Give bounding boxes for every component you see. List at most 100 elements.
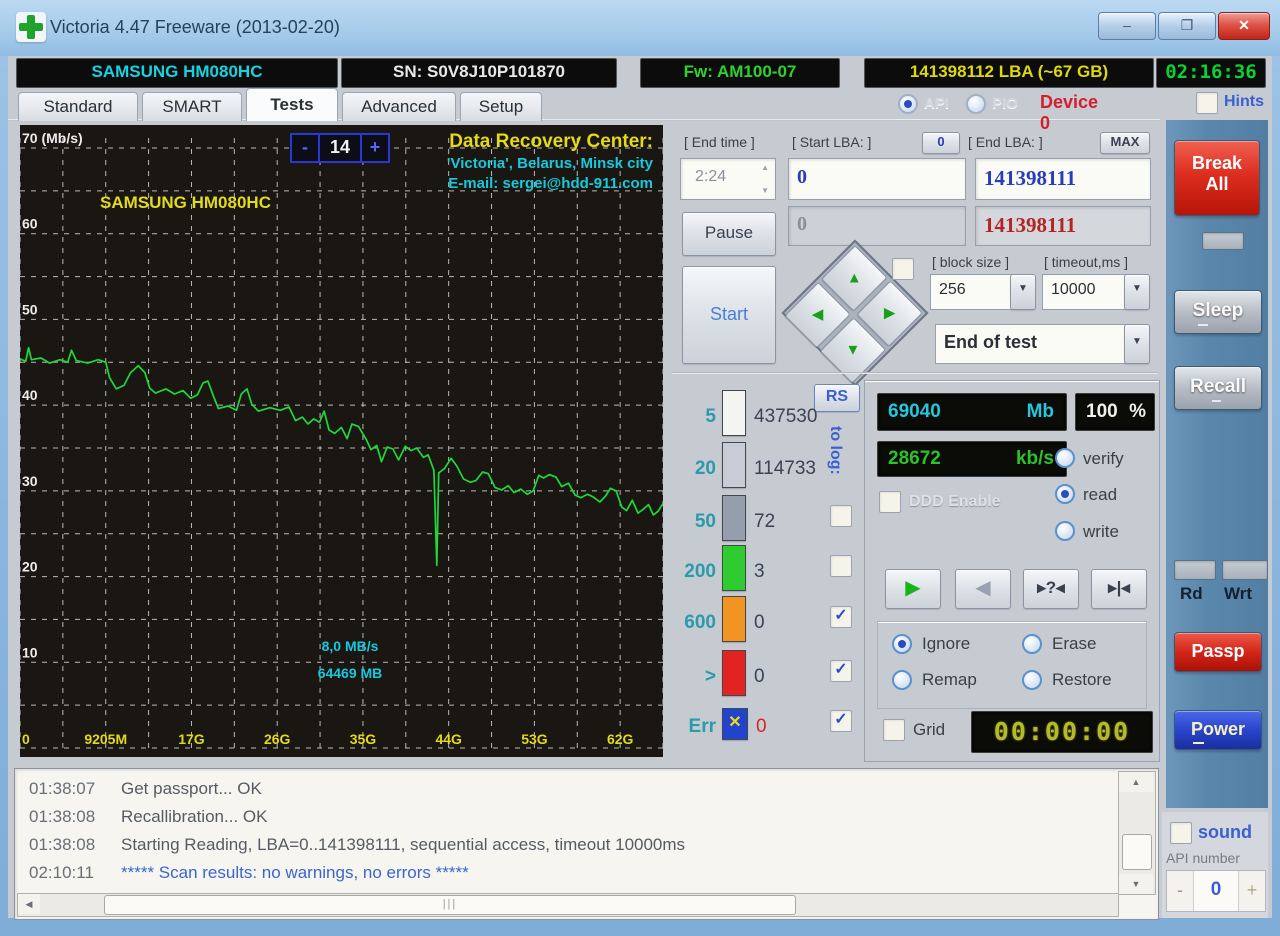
histogram-count-err: 0 <box>756 716 767 737</box>
api-plus-button[interactable]: + <box>1238 871 1265 911</box>
svg-text:44G: 44G <box>435 731 462 747</box>
svg-text:53G: 53G <box>521 731 548 747</box>
seek-error-button[interactable]: ▸?◂ <box>1023 569 1079 609</box>
restore-radio[interactable] <box>1022 670 1042 690</box>
histogram-label-600: 600 <box>684 612 716 633</box>
nav-option-checkbox[interactable] <box>892 258 914 280</box>
rs-button[interactable]: RS <box>814 384 860 412</box>
api-number-label: API number <box>1166 850 1240 866</box>
histogram-label-20: 20 <box>694 458 716 479</box>
passp-button[interactable]: Passp <box>1174 632 1262 672</box>
controls-divider <box>672 372 1158 374</box>
scroll-up-icon[interactable]: ▲ <box>1119 772 1153 792</box>
svg-text:0: 0 <box>22 731 30 747</box>
scroll-grip-icon: ||| <box>442 898 458 910</box>
to-log-label: to log: <box>827 426 844 475</box>
histogram-swatch-over <box>722 650 746 696</box>
timeout-drop-icon[interactable]: ▼ <box>1124 274 1150 310</box>
scale-plus-button[interactable]: + <box>360 135 388 161</box>
min-speed-position: 64469 MB <box>317 665 383 681</box>
scan-back-button[interactable]: ◀ <box>955 569 1011 609</box>
svg-text:70 (Mb/s): 70 (Mb/s) <box>22 130 83 146</box>
write-radio[interactable] <box>1055 521 1075 541</box>
log-hscrollbar[interactable]: ◀ ||| <box>17 893 1119 917</box>
graph-drive-label: SAMSUNG HM080HC <box>100 193 271 212</box>
start-lba-input[interactable]: 0 <box>788 158 966 200</box>
histogram-swatch-err: ✕ <box>722 708 748 740</box>
end-time-up-icon[interactable]: ▲ <box>761 163 769 172</box>
log-checkbox-over[interactable]: ✓ <box>830 660 852 682</box>
power-button[interactable]: Power <box>1174 710 1262 750</box>
api-radio[interactable] <box>898 94 918 114</box>
end-lba-input[interactable]: 141398111 <box>975 158 1151 200</box>
seek-end-button[interactable]: ▸|◂ <box>1091 569 1147 609</box>
log-checkbox-err[interactable]: ✓ <box>830 710 852 732</box>
api-radio-label: API <box>924 95 950 112</box>
end-action-combo[interactable]: End of test ▼ <box>935 324 1150 364</box>
log-checkbox-200[interactable] <box>830 555 852 577</box>
hscroll-thumb[interactable]: ||| <box>104 895 796 915</box>
api-minus-button[interactable]: - <box>1167 871 1194 911</box>
log-checkbox-50[interactable] <box>830 505 852 527</box>
log-panel: 01:38:07 Get passport... OK 01:38:08 Recal… <box>14 768 1159 920</box>
maximize-button[interactable]: ❐ <box>1158 12 1216 40</box>
tab-standard[interactable]: Standard <box>18 92 138 121</box>
start-button[interactable]: Start <box>682 266 776 364</box>
recall-button[interactable]: Recall <box>1174 366 1262 410</box>
err-x-icon: ✕ <box>728 714 742 731</box>
check-icon: ✓ <box>834 711 848 728</box>
end-time-spinner[interactable]: 2:24 ▲ ▼ <box>680 158 776 200</box>
speed-scale-stepper: - 14 + <box>290 133 390 163</box>
banner-line3: E-mail: sergei@hdd-911.com <box>448 175 653 192</box>
tab-setup[interactable]: Setup <box>460 92 542 121</box>
read-radio[interactable] <box>1055 484 1075 504</box>
break-all-button[interactable]: Break All <box>1174 140 1260 216</box>
scan-play-button[interactable]: ▶ <box>885 569 941 609</box>
start-lba-zero-button[interactable]: 0 <box>922 132 960 154</box>
svg-text:35G: 35G <box>350 731 377 747</box>
scroll-left-icon[interactable]: ◀ <box>18 894 40 914</box>
svg-text:9205M: 9205M <box>84 731 127 747</box>
scan-status-panel: 69040 Mb 100 % 28672 kb/s DDD Enable ver… <box>864 380 1160 762</box>
remap-radio[interactable] <box>892 670 912 690</box>
pio-radio[interactable] <box>966 94 986 114</box>
start-lba-value: 0 <box>797 166 807 188</box>
scroll-down-icon[interactable]: ▼ <box>1119 874 1153 894</box>
log-text: Recallibration... OK <box>121 807 268 826</box>
api-number-value: 0 <box>1194 871 1238 911</box>
minimize-button[interactable]: – <box>1098 12 1156 40</box>
verify-radio[interactable] <box>1055 448 1075 468</box>
tab-smart[interactable]: SMART <box>142 92 242 121</box>
speed-chart: 70 (Mb/s) 60 50 40 30 20 10 0 9205M 17G 26G 35G 44G 5… <box>20 130 663 749</box>
hints-checkbox[interactable] <box>1196 92 1218 114</box>
max-lba-button[interactable]: MAX <box>1100 132 1150 154</box>
position-unit: Mb <box>1026 401 1054 422</box>
scale-minus-button[interactable]: - <box>292 135 320 161</box>
banner-line2: 'Victoria', Belarus, Minsk city <box>446 155 653 172</box>
pause-button[interactable]: Pause <box>682 212 776 256</box>
tab-tests[interactable]: Tests <box>246 88 338 121</box>
grid-checkbox[interactable] <box>883 719 905 741</box>
vscroll-thumb[interactable] <box>1122 834 1152 870</box>
break-all-label-1: Break <box>1191 153 1243 173</box>
ignore-radio[interactable] <box>892 634 912 654</box>
tab-advanced[interactable]: Advanced <box>342 92 456 121</box>
sleep-button[interactable]: Sleep <box>1174 290 1262 334</box>
close-button[interactable]: ✕ <box>1218 12 1270 40</box>
ddd-enable-checkbox[interactable] <box>879 491 901 513</box>
remap-label: Remap <box>922 670 977 689</box>
recall-accel-underline <box>1212 400 1221 402</box>
timeout-label: [ timeout,ms ] <box>1044 254 1129 270</box>
svg-text:10: 10 <box>22 644 38 660</box>
end-action-drop-icon[interactable]: ▼ <box>1124 324 1150 364</box>
timeout-combo[interactable]: 10000 ▼ <box>1042 274 1150 310</box>
sound-checkbox[interactable] <box>1170 822 1192 844</box>
busy-indicator <box>1202 232 1244 250</box>
svg-text:40: 40 <box>22 387 38 403</box>
block-size-drop-icon[interactable]: ▼ <box>1010 274 1036 310</box>
end-time-down-icon[interactable]: ▼ <box>761 186 769 195</box>
log-vscrollbar[interactable]: ▲ ▼ <box>1118 771 1156 895</box>
erase-radio[interactable] <box>1022 634 1042 654</box>
log-checkbox-600[interactable]: ✓ <box>830 606 852 628</box>
block-size-combo[interactable]: 256 ▼ <box>930 274 1036 310</box>
